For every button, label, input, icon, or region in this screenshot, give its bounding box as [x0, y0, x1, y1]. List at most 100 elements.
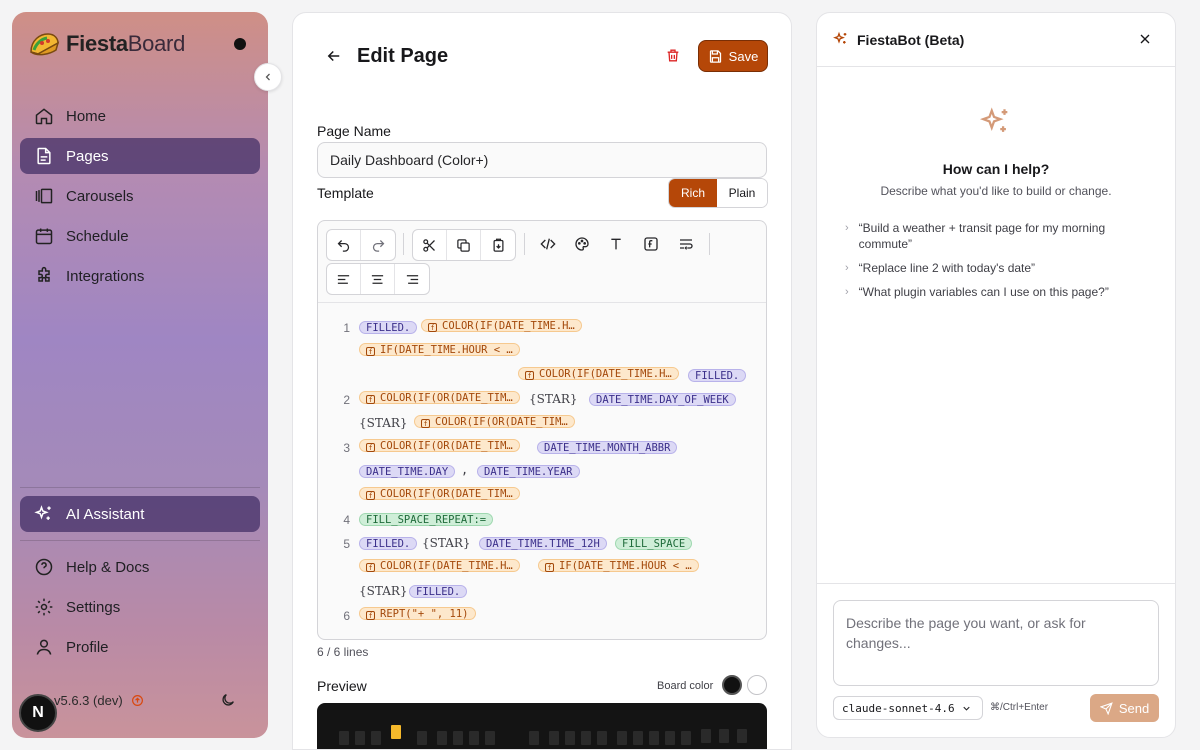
wrap-button[interactable]: [669, 229, 703, 259]
version-info: v5.6.3 (dev): [54, 693, 144, 708]
token-color-function[interactable]: f COLOR(IF(DATE_TIME.H…: [518, 367, 679, 380]
function-icon: f: [366, 443, 375, 452]
nav-item-home[interactable]: Home: [20, 98, 260, 134]
nav-item-pages[interactable]: Pages: [20, 138, 260, 174]
line-number: 3: [343, 441, 350, 455]
token-star[interactable]: {STAR}: [359, 584, 408, 598]
line-number: 4: [343, 513, 350, 527]
suggestion-item[interactable]: › “What plugin variables can I use on th…: [845, 284, 1145, 300]
align-right-button[interactable]: [395, 264, 429, 294]
token-color-function[interactable]: f COLOR(IF(DATE_TIME.H…: [359, 559, 520, 572]
puzzle-icon: [34, 266, 54, 286]
nav-label: Settings: [66, 598, 121, 616]
page-title: Edit Page: [357, 45, 449, 67]
token-color-function[interactable]: f COLOR(IF(OR(DATE_TIM…: [414, 415, 575, 428]
nav-item-integrations[interactable]: Integrations: [20, 258, 260, 294]
color-button[interactable]: [565, 229, 599, 259]
token-rept-function[interactable]: f REPT("+ ", 11): [359, 607, 476, 620]
nav-divider: [20, 540, 260, 541]
token-fill-space[interactable]: FILL_SPACE: [615, 537, 693, 550]
save-button[interactable]: Save: [698, 40, 768, 72]
token-color-function[interactable]: f COLOR(IF(DATE_TIME.H…: [421, 319, 582, 332]
board-cell: [529, 731, 539, 745]
back-button[interactable]: [325, 47, 343, 70]
history-group: [326, 229, 396, 261]
nav-label: Carousels: [66, 187, 134, 205]
nav-item-ai-assistant[interactable]: AI Assistant: [20, 496, 260, 532]
function-icon: f: [421, 419, 430, 428]
align-left-button[interactable]: [327, 264, 361, 294]
board-cell: [737, 729, 747, 743]
mode-rich-button[interactable]: Rich: [669, 179, 717, 207]
redo-button[interactable]: [361, 230, 395, 260]
nav-item-schedule[interactable]: Schedule: [20, 218, 260, 254]
suggestion-item[interactable]: › “Replace line 2 with today's date”: [845, 260, 1145, 276]
board-cell: [371, 731, 381, 745]
template-label: Template: [317, 185, 374, 201]
copy-button[interactable]: [447, 230, 481, 260]
delete-button[interactable]: [665, 47, 681, 69]
token-fill-space-repeat[interactable]: FILL_SPACE_REPEAT:=: [359, 513, 494, 526]
cut-button[interactable]: [413, 230, 447, 260]
send-shortcut-hint: ⌘/Ctrl+Enter: [990, 702, 1049, 713]
token-if-function[interactable]: f IF(DATE_TIME.HOUR < …: [359, 343, 520, 356]
token-day[interactable]: DATE_TIME.DAY: [359, 465, 456, 478]
token-color-function[interactable]: f COLOR(IF(OR(DATE_TIM…: [359, 391, 520, 404]
code-button[interactable]: [531, 229, 565, 259]
paste-button[interactable]: [481, 230, 515, 260]
board-cell: [469, 731, 479, 745]
suggestion-item[interactable]: › “Build a weather + transit page for my…: [845, 220, 1145, 252]
token-filled[interactable]: FILLED.: [359, 321, 418, 334]
mode-plain-button[interactable]: Plain: [717, 179, 767, 207]
token-if-function[interactable]: f IF(DATE_TIME.HOUR < …: [538, 559, 699, 572]
arrow-left-icon: [327, 50, 340, 62]
token-color-function[interactable]: f COLOR(IF(OR(DATE_TIM…: [359, 439, 520, 452]
board-color-black[interactable]: [722, 675, 742, 695]
nav-item-carousels[interactable]: Carousels: [20, 178, 260, 214]
board-cell: [417, 731, 427, 745]
token-filled[interactable]: FILLED.: [409, 585, 468, 598]
toolbar-separator: [709, 233, 710, 255]
token-star[interactable]: {STAR}: [529, 392, 578, 406]
fiestabot-panel: FiestaBot (Beta) How can I help? Describ…: [816, 12, 1176, 738]
nav-item-profile[interactable]: Profile: [20, 629, 260, 665]
board-cell: [581, 731, 591, 745]
nav-item-help[interactable]: Help & Docs: [20, 549, 260, 585]
token-time-12h[interactable]: DATE_TIME.TIME_12H: [479, 537, 607, 550]
token-filled[interactable]: FILLED.: [688, 369, 747, 382]
token-day-of-week[interactable]: DATE_TIME.DAY_OF_WEEK: [589, 393, 736, 406]
chat-input[interactable]: Describe the page you want, or ask for c…: [833, 600, 1159, 686]
text-button[interactable]: [599, 229, 633, 259]
token-filled[interactable]: FILLED.: [359, 537, 418, 550]
align-center-button[interactable]: [361, 264, 395, 294]
token-star[interactable]: {STAR}: [359, 416, 408, 430]
theme-toggle[interactable]: [220, 692, 236, 713]
board-cell: [355, 731, 365, 745]
palette-icon: [575, 237, 589, 251]
token-year[interactable]: DATE_TIME.YEAR: [477, 465, 580, 478]
function-icon: f: [428, 323, 437, 332]
model-name: claude-sonnet-4.6: [842, 701, 955, 715]
logo[interactable]: FiestaBoard: [28, 30, 185, 58]
close-chat-button[interactable]: [1137, 31, 1153, 52]
version-text: v5.6.3 (dev): [54, 693, 123, 708]
token-month-abbr[interactable]: DATE_TIME.MONTH_ABBR: [537, 441, 678, 454]
nav-item-settings[interactable]: Settings: [20, 589, 260, 625]
update-available-icon[interactable]: [131, 694, 144, 707]
board-cell: [719, 729, 729, 743]
model-select[interactable]: claude-sonnet-4.6: [833, 696, 983, 720]
avatar[interactable]: N: [19, 694, 57, 732]
page-name-input[interactable]: Daily Dashboard (Color+): [317, 142, 767, 178]
nav-divider: [20, 487, 260, 488]
board-color-white[interactable]: [747, 675, 767, 695]
token-comma[interactable]: ,: [461, 463, 468, 477]
send-button[interactable]: Send: [1090, 694, 1159, 722]
collapse-sidebar-button[interactable]: [254, 63, 282, 91]
undo-button[interactable]: [327, 230, 361, 260]
save-label: Save: [728, 48, 759, 64]
token-color-function[interactable]: f COLOR(IF(OR(DATE_TIM…: [359, 487, 520, 500]
function-icon: f: [366, 611, 375, 620]
function-button[interactable]: [634, 229, 668, 259]
token-star[interactable]: {STAR}: [422, 536, 471, 550]
line-number: 5: [343, 537, 350, 551]
